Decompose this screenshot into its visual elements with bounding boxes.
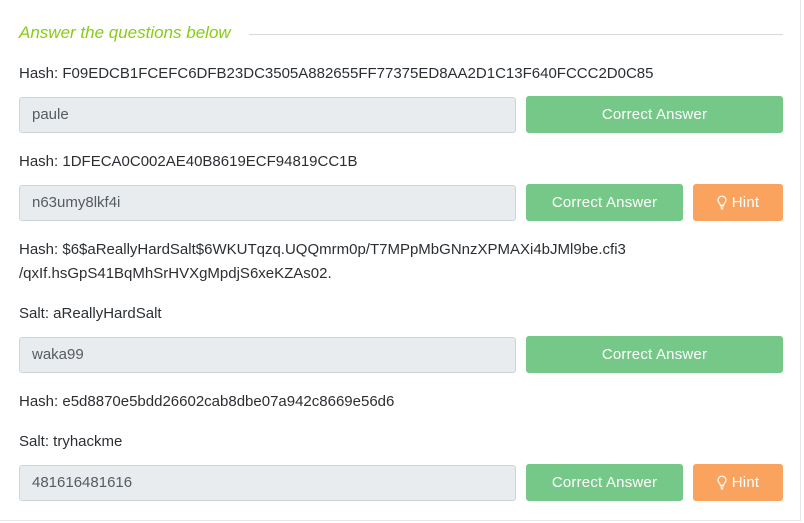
question-3-hash-line-1: Hash: $6$aReallyHardSalt$6WKUTqzq.UQQmrm… xyxy=(19,241,626,258)
question-1-correct-answer-button[interactable]: Correct Answer xyxy=(526,96,783,133)
question-4-hint-label: Hint xyxy=(731,474,760,491)
question-4-salt: Salt: tryhackme xyxy=(19,433,123,450)
section-divider xyxy=(248,33,783,35)
question-4-hint-button[interactable]: Hint xyxy=(693,464,783,501)
question-2-hash: Hash: 1DFECA0C002AE40B8619ECF94819CC1B xyxy=(19,153,358,170)
lightbulb-icon xyxy=(717,195,727,209)
question-4-answer-field[interactable]: 481616481616 xyxy=(19,465,516,501)
lightbulb-icon xyxy=(717,475,727,489)
question-3-hash-line-2: /qxIf.hsGpS41BqMhSrHVXgMpdjS6xeKZAs02. xyxy=(19,265,332,282)
question-2-correct-answer-button[interactable]: Correct Answer xyxy=(526,184,683,221)
question-2-hint-button[interactable]: Hint xyxy=(693,184,783,221)
question-3-salt: Salt: aReallyHardSalt xyxy=(19,305,162,322)
questions-panel: Answer the questions below Hash: F09EDCB… xyxy=(0,0,801,521)
question-3-correct-answer-button[interactable]: Correct Answer xyxy=(526,336,783,373)
section-header: Answer the questions below xyxy=(19,22,783,44)
question-4-correct-answer-button[interactable]: Correct Answer xyxy=(526,464,683,501)
section-title: Answer the questions below xyxy=(19,23,231,42)
question-4-hash: Hash: e5d8870e5bdd26602cab8dbe07a942c866… xyxy=(19,393,395,410)
question-2-hint-label: Hint xyxy=(731,194,760,211)
question-3-answer-field[interactable]: waka99 xyxy=(19,337,516,373)
question-1-answer-field[interactable]: paule xyxy=(19,97,516,133)
question-2-answer-field[interactable]: n63umy8lkf4i xyxy=(19,185,516,221)
question-1-hash: Hash: F09EDCB1FCEFC6DFB23DC3505A882655FF… xyxy=(19,65,654,82)
